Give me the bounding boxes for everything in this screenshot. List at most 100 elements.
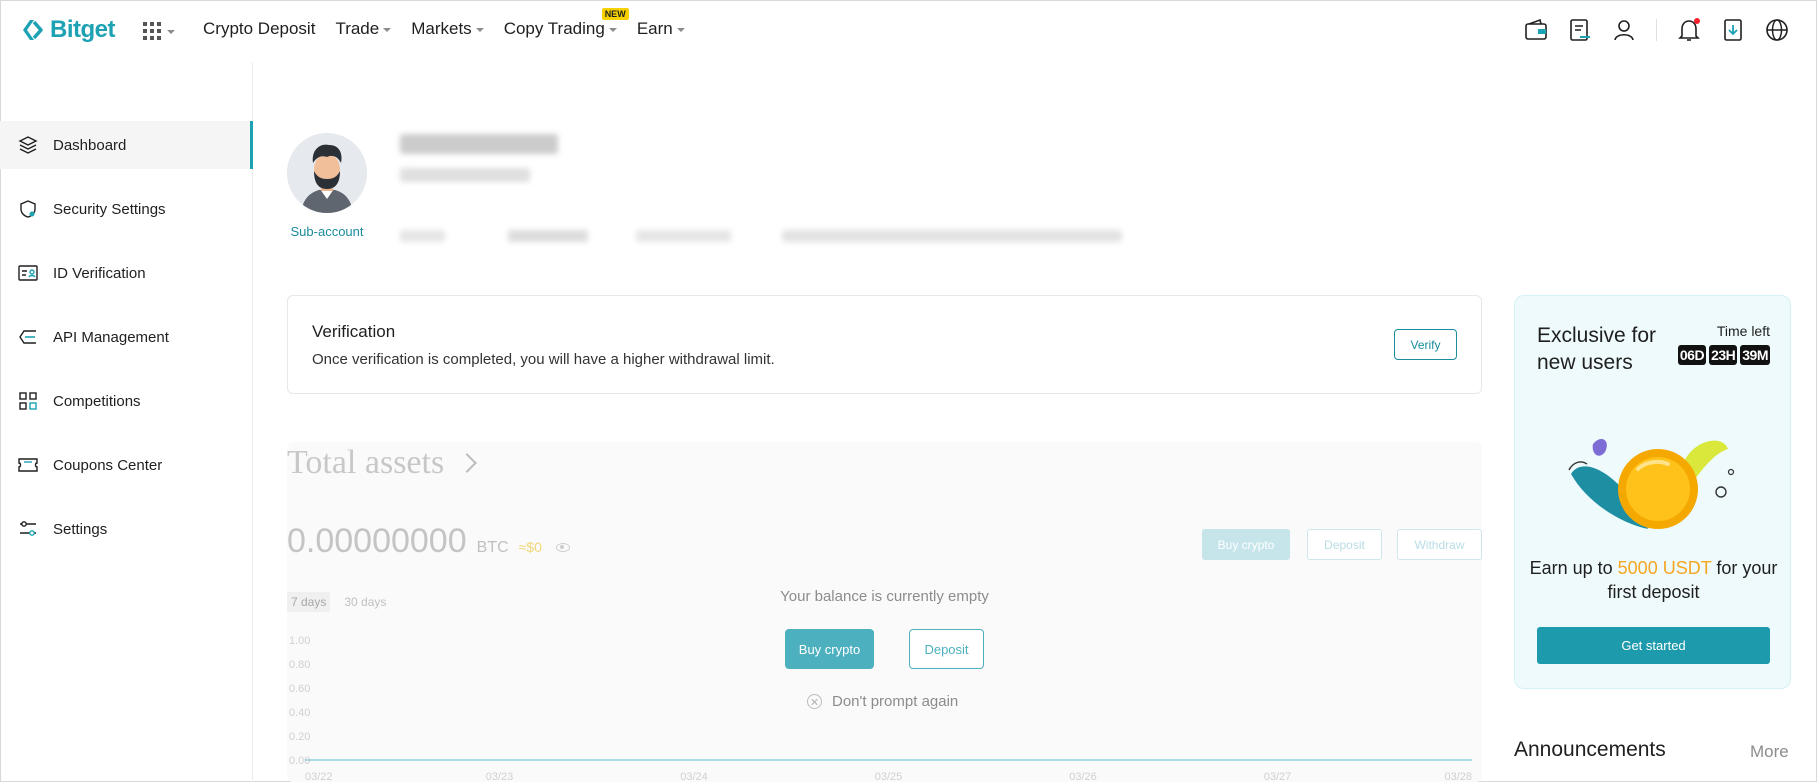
account-type-label: Sub-account xyxy=(290,224,364,239)
y-tick-label: 0.60 xyxy=(289,683,310,695)
balance-display: 0.00000000 BTC ≈$0 xyxy=(287,522,570,561)
new-user-promo-card: Exclusive for new users Time left 06D 23… xyxy=(1514,295,1791,689)
sidebar-item-label: Competitions xyxy=(53,392,141,410)
sidebar-item-coupons-center[interactable]: Coupons Center xyxy=(0,441,253,489)
sidebar-item-dashboard[interactable]: Dashboard xyxy=(0,121,253,169)
nav-label: Trade xyxy=(335,19,380,38)
total-assets-panel: Total assets 0.00000000 BTC ≈$0 Buy cryp… xyxy=(287,442,1482,782)
orders-icon[interactable] xyxy=(1568,18,1592,42)
bitget-logo[interactable]: Bitget xyxy=(20,16,116,44)
globe-icon[interactable] xyxy=(1765,18,1789,42)
grid-icon xyxy=(19,392,37,410)
verify-button[interactable]: Verify xyxy=(1394,329,1457,360)
user-icon[interactable] xyxy=(1612,18,1636,42)
chevron-down-icon xyxy=(608,28,617,32)
promo-text: Earn up to 5000 USDT for your first depo… xyxy=(1515,556,1792,604)
sidebar-item-label: Coupons Center xyxy=(53,456,163,474)
layers-icon xyxy=(18,136,38,154)
deposit-button[interactable]: Deposit xyxy=(1307,529,1382,560)
dont-prompt-again[interactable]: Don't prompt again xyxy=(807,693,958,710)
y-tick-label: 1.00 xyxy=(289,635,310,647)
apps-menu[interactable] xyxy=(143,22,175,40)
time-left-label: Time left xyxy=(1716,323,1770,339)
x-tick-label: 03/26 xyxy=(1069,771,1097,782)
x-tick-label: 03/28 xyxy=(1444,771,1472,782)
new-badge: NEW xyxy=(601,8,629,20)
sidebar-item-security-settings[interactable]: Security Settings xyxy=(0,185,253,233)
eye-icon[interactable] xyxy=(555,543,570,552)
timer-hours: 23H xyxy=(1709,345,1738,365)
nav-label: Earn xyxy=(636,19,673,38)
timer-days: 06D xyxy=(1677,345,1707,365)
x-tick-label: 03/23 xyxy=(486,771,514,782)
bell-icon[interactable] xyxy=(1677,18,1701,42)
total-assets-title: Total assets xyxy=(287,444,445,481)
wallet-icon[interactable] xyxy=(1524,18,1548,42)
chevron-down-icon xyxy=(383,28,392,32)
notification-dot xyxy=(1694,18,1700,24)
nav-markets[interactable]: Markets xyxy=(411,19,484,39)
x-tick-label: 03/27 xyxy=(1264,771,1292,782)
bitget-logo-icon xyxy=(23,20,43,40)
chevron-right-icon xyxy=(457,453,478,473)
shield-icon xyxy=(20,200,36,218)
chevron-down-icon xyxy=(676,28,685,32)
id-card-icon xyxy=(18,265,38,281)
main-nav: Crypto Deposit Trade Markets Copy Tradin… xyxy=(203,8,685,39)
avatar[interactable] xyxy=(287,133,367,213)
dont-prompt-label: Don't prompt again xyxy=(832,693,959,710)
blurred-username xyxy=(400,134,558,154)
api-icon xyxy=(19,330,36,344)
top-nav-bar: Bitget Crypto Deposit Trade Markets Copy… xyxy=(0,0,1817,62)
apps-grid-icon xyxy=(143,22,161,40)
withdraw-button[interactable]: Withdraw xyxy=(1397,529,1482,560)
verification-card: Verification Once verification is comple… xyxy=(287,295,1482,394)
get-started-button[interactable]: Get started xyxy=(1537,627,1770,664)
sidebar-item-api-management[interactable]: API Management xyxy=(0,313,253,361)
total-assets-link[interactable]: Total assets xyxy=(287,444,478,482)
sidebar-item-label: Security Settings xyxy=(53,200,166,218)
nav-label: Markets xyxy=(411,19,472,38)
blurred-info xyxy=(782,230,1122,242)
empty-buy-crypto-button[interactable]: Buy crypto xyxy=(785,629,874,669)
nav-earn[interactable]: Earn xyxy=(637,19,685,39)
promo-title: Exclusive for new users xyxy=(1537,324,1657,374)
sidebar-item-label: API Management xyxy=(53,328,169,346)
logo-text: Bitget xyxy=(50,16,116,43)
countdown-timer: 06D 23H 39M xyxy=(1677,345,1770,365)
chevron-down-icon xyxy=(167,30,175,34)
blurred-info xyxy=(400,230,445,242)
announcements-more-link[interactable]: More xyxy=(1750,742,1789,762)
avatar-illustration xyxy=(287,133,367,213)
nav-label: Crypto Deposit xyxy=(203,19,316,38)
balance-unit: BTC xyxy=(476,539,509,556)
close-circle-icon xyxy=(807,694,822,709)
blurred-info xyxy=(508,230,588,242)
sidebar-item-label: Dashboard xyxy=(53,136,127,154)
buy-crypto-button[interactable]: Buy crypto xyxy=(1202,529,1290,560)
coupon-icon xyxy=(18,458,38,472)
nav-crypto-deposit[interactable]: Crypto Deposit xyxy=(203,19,315,39)
nav-copy-trading[interactable]: Copy Trading NEW xyxy=(504,8,629,39)
blurred-uid xyxy=(400,168,530,182)
empty-deposit-button[interactable]: Deposit xyxy=(909,629,984,669)
promo-text-before: Earn up to xyxy=(1529,558,1618,578)
sidebar-item-settings[interactable]: Settings xyxy=(0,505,253,553)
promo-highlight: 5000 USDT xyxy=(1617,558,1712,578)
balance-usd: ≈$0 xyxy=(518,539,542,555)
download-icon[interactable] xyxy=(1721,18,1745,42)
nav-trade[interactable]: Trade xyxy=(335,19,392,39)
chevron-down-icon xyxy=(475,28,484,32)
timer-minutes: 39M xyxy=(1740,345,1770,365)
header-divider xyxy=(1656,19,1657,41)
sidebar-item-label: Settings xyxy=(53,520,108,538)
balance-value: 0.00000000 xyxy=(287,522,467,560)
sidebar-item-id-verification[interactable]: ID Verification xyxy=(0,249,253,297)
blurred-info xyxy=(636,230,731,242)
y-tick-label: 0.20 xyxy=(289,731,310,743)
time-left: Time left 06D 23H 39M xyxy=(1677,323,1770,365)
x-tick-label: 03/24 xyxy=(680,771,708,782)
y-tick-label: 0.80 xyxy=(289,659,310,671)
coin-illustration xyxy=(1568,438,1735,529)
sidebar-item-competitions[interactable]: Competitions xyxy=(0,377,253,425)
